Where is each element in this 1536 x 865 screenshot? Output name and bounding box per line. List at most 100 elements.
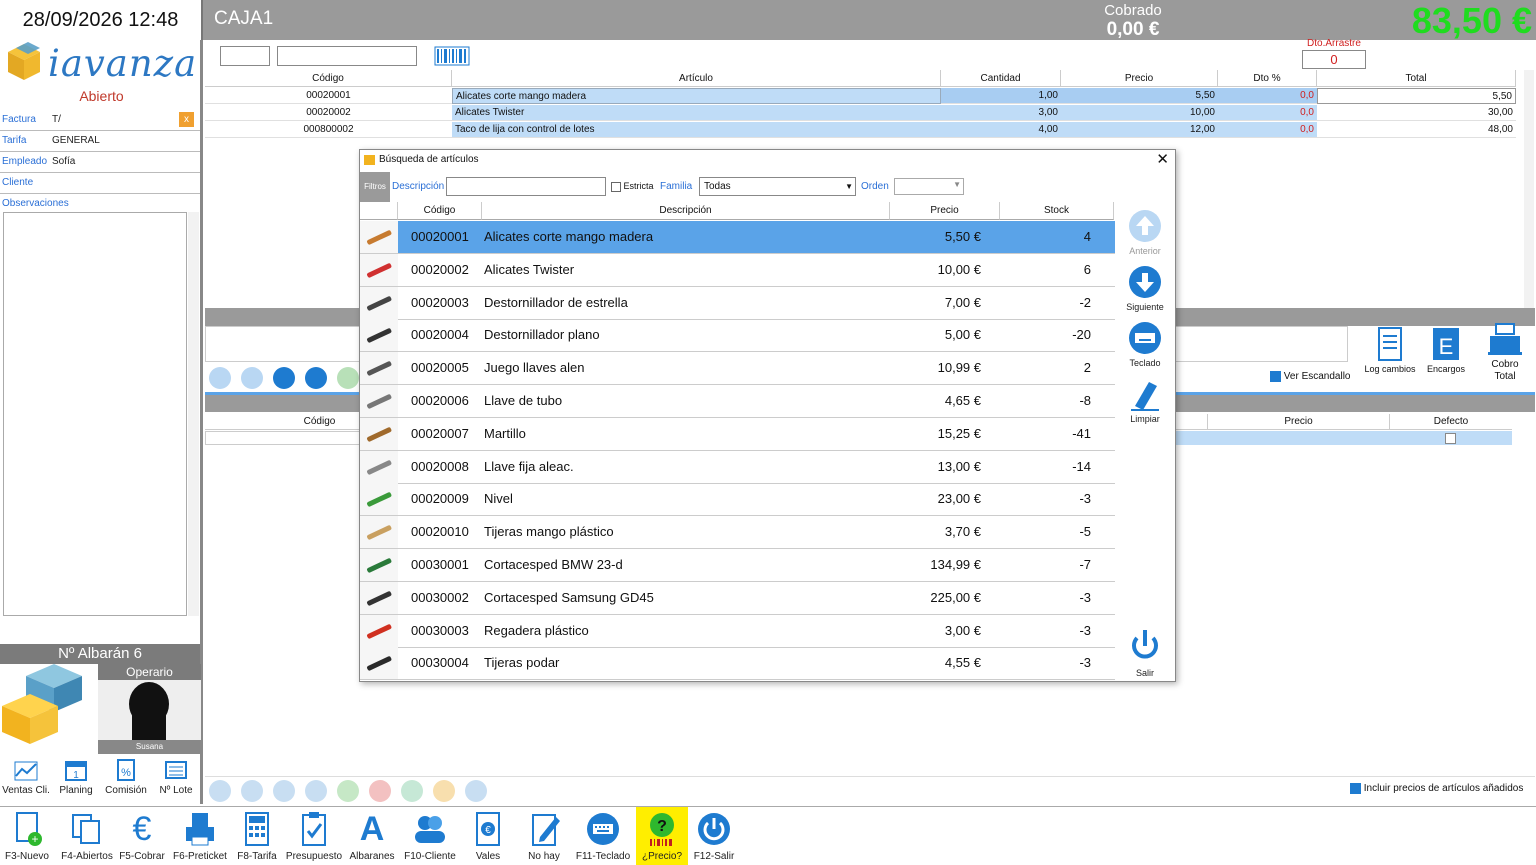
col-precio[interactable]: Precio xyxy=(890,202,1000,220)
next-icon[interactable] xyxy=(273,367,295,389)
estricta-checkbox[interactable]: Estricta xyxy=(611,181,654,192)
table-row-total[interactable]: 5,50 xyxy=(1317,88,1516,104)
albaranes-button[interactable]: A Albaranes xyxy=(346,807,398,865)
articulo-input[interactable] xyxy=(277,46,417,66)
incluir-precios-checkbox[interactable]: Incluir precios de artículos añadidos xyxy=(1350,783,1523,794)
col-descripcion[interactable]: Descripción xyxy=(482,202,890,220)
orden-select[interactable]: ▼ xyxy=(894,178,964,195)
filtros-tab[interactable]: Filtros xyxy=(360,172,390,202)
remove-icon[interactable] xyxy=(369,780,391,802)
table-row[interactable]: 00020003 Destornillador de estrella 7,00 €… xyxy=(360,286,1115,320)
table-row-dto[interactable]: 0,0 xyxy=(1218,88,1317,104)
table-row[interactable]: 00030001 Cortacesped BMW 23-d 134,99 € -7 xyxy=(360,549,1115,582)
barcode-icon[interactable] xyxy=(434,46,470,66)
planing-button[interactable]: 1 Planing xyxy=(50,758,102,796)
sub-row[interactable] xyxy=(1176,431,1512,445)
precio-button[interactable]: ? ¿Precio? xyxy=(636,807,688,865)
cobro-total-button[interactable]: Cobro Total xyxy=(1482,318,1528,383)
col-total[interactable]: Total xyxy=(1317,70,1516,87)
tarifa-row[interactable]: Tarifa GENERAL xyxy=(0,131,200,152)
col-articulo[interactable]: Artículo xyxy=(452,70,941,87)
last-icon[interactable] xyxy=(305,367,327,389)
cobrar-button[interactable]: € F5-Cobrar xyxy=(118,807,166,865)
no-lote-button[interactable]: Nº Lote xyxy=(150,758,202,796)
abiertos-button[interactable]: F4-Abiertos xyxy=(58,807,116,865)
grid-scrollbar[interactable] xyxy=(1524,70,1534,310)
factura-row[interactable]: Factura T/ x xyxy=(0,110,200,131)
last-icon[interactable] xyxy=(305,780,327,802)
salir-button[interactable]: F12-Salir xyxy=(690,807,738,865)
cliente-button[interactable]: F10-Cliente xyxy=(402,807,458,865)
descripcion-input[interactable] xyxy=(446,177,606,196)
tarifa-button[interactable]: F8-Tarifa xyxy=(234,807,280,865)
table-row-cantidad[interactable]: 4,00 xyxy=(941,122,1061,138)
table-row[interactable]: 00020004 Destornillador plano 5,00 € -20 xyxy=(360,319,1115,353)
table-row-dto[interactable]: 0,0 xyxy=(1218,122,1317,138)
table-row[interactable]: 00020005 Juego llaves alen 10,99 € 2 xyxy=(360,352,1115,386)
prev-icon[interactable] xyxy=(241,780,263,802)
table-row-dto[interactable]: 0,0 xyxy=(1218,105,1317,121)
add-icon[interactable] xyxy=(337,780,359,802)
table-row-total[interactable]: 48,00 xyxy=(1317,122,1516,138)
table-row[interactable]: 00020007 Martillo 15,25 € -41 xyxy=(360,417,1115,451)
first-icon[interactable] xyxy=(209,780,231,802)
table-row-articulo[interactable]: Alicates Twister xyxy=(452,105,941,121)
siguiente-button[interactable]: Siguiente xyxy=(1120,264,1170,312)
limpiar-button[interactable]: Limpiar xyxy=(1120,376,1170,424)
table-row-total[interactable]: 30,00 xyxy=(1317,105,1516,121)
table-row-precio[interactable]: 10,00 xyxy=(1061,105,1218,121)
teclado-dialog-button[interactable]: Teclado xyxy=(1120,320,1170,368)
close-icon[interactable]: ✕ xyxy=(1156,150,1169,170)
encargos-button[interactable]: E Encargos xyxy=(1422,326,1470,374)
salir-dialog-button[interactable]: Salir xyxy=(1120,626,1170,678)
col-codigo[interactable]: Código xyxy=(205,70,452,87)
table-row-codigo[interactable]: 00020001 xyxy=(205,88,452,104)
anterior-button[interactable]: Anterior xyxy=(1120,208,1170,256)
table-row-codigo[interactable]: 00020002 xyxy=(205,105,452,121)
next-icon[interactable] xyxy=(273,780,295,802)
ver-escandallo-checkbox[interactable]: Ver Escandallo xyxy=(1270,371,1351,382)
first-icon[interactable] xyxy=(209,367,231,389)
col-codigo[interactable]: Código xyxy=(398,202,482,220)
table-row-articulo[interactable]: Alicates corte mango madera xyxy=(452,88,941,104)
table-row-cantidad[interactable]: 1,00 xyxy=(941,88,1061,104)
table-row[interactable]: 00030002 Cortacesped Samsung GD45 225,00 €… xyxy=(360,581,1115,615)
add-icon[interactable] xyxy=(337,367,359,389)
nuevo-button[interactable]: + F3-Nuevo xyxy=(4,807,50,865)
undo-icon[interactable] xyxy=(433,780,455,802)
codigo-input[interactable] xyxy=(220,46,270,66)
table-row[interactable]: 00020001 Alicates corte mango madera 5,50 … xyxy=(360,221,1115,254)
preticket-button[interactable]: F6-Preticket xyxy=(170,807,230,865)
log-cambios-button[interactable]: Log cambios xyxy=(1362,326,1418,374)
empleado-row[interactable]: Empleado Sofía xyxy=(0,152,200,173)
observaciones-textarea[interactable] xyxy=(3,212,187,616)
excel-icon[interactable]: x xyxy=(179,112,194,127)
observaciones-scrollbar[interactable] xyxy=(188,212,199,616)
table-row-cantidad[interactable]: 3,00 xyxy=(941,105,1061,121)
save-icon[interactable] xyxy=(401,780,423,802)
table-row-precio[interactable]: 5,50 xyxy=(1061,88,1218,104)
table-row-precio[interactable]: 12,00 xyxy=(1061,122,1218,138)
presupuesto-button[interactable]: Presupuesto xyxy=(284,807,344,865)
col-dto[interactable]: Dto % xyxy=(1218,70,1317,87)
col-cantidad[interactable]: Cantidad xyxy=(941,70,1061,87)
dto-arrastre-input[interactable]: 0 xyxy=(1302,50,1366,69)
sub-col-precio[interactable]: Precio xyxy=(1208,414,1390,430)
cliente-row[interactable]: Cliente xyxy=(0,173,200,194)
no-hay-button[interactable]: No hay xyxy=(522,807,566,865)
col-precio[interactable]: Precio xyxy=(1061,70,1218,87)
vales-button[interactable]: € Vales xyxy=(466,807,510,865)
table-row-articulo[interactable]: Taco de lija con control de lotes xyxy=(452,122,941,138)
table-row[interactable]: 00020002 Alicates Twister 10,00 € 6 xyxy=(360,253,1115,287)
table-row[interactable]: 00020009 Nivel 23,00 € -3 xyxy=(360,483,1115,517)
table-row[interactable]: 00020010 Tijeras mango plástico 3,70 € -5 xyxy=(360,516,1115,550)
teclado-button[interactable]: F11-Teclado xyxy=(572,807,634,865)
defecto-checkbox[interactable] xyxy=(1445,433,1456,444)
table-row[interactable]: 00020008 Llave fija aleac. 13,00 € -14 xyxy=(360,450,1115,484)
comision-button[interactable]: % Comisión xyxy=(100,758,152,796)
familia-select[interactable]: Todas ▼ xyxy=(699,177,856,196)
table-row-codigo[interactable]: 000800002 xyxy=(205,122,452,138)
sub-row-codigo[interactable] xyxy=(205,431,375,445)
table-row[interactable]: 00030004 Tijeras podar 4,55 € -3 xyxy=(360,647,1115,681)
ventas-cli-button[interactable]: Ventas Cli. xyxy=(0,758,52,796)
